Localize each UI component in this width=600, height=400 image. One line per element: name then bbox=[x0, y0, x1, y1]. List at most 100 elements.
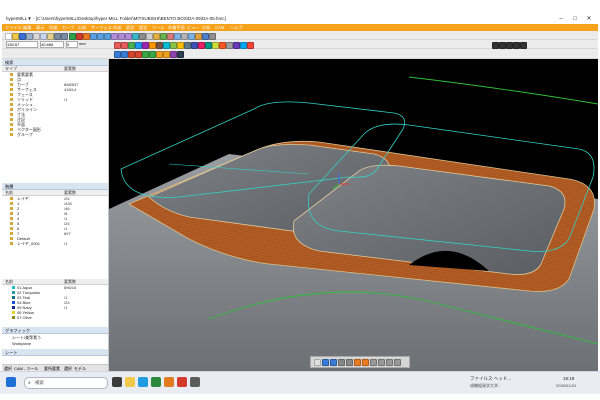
file-explorer-icon[interactable] bbox=[125, 377, 135, 387]
bottom-tree-row[interactable]: シート/美等素う bbox=[2, 335, 108, 340]
simulate-icon[interactable] bbox=[83, 32, 90, 40]
measure-icon[interactable] bbox=[160, 32, 167, 40]
view-iso-icon[interactable] bbox=[132, 32, 139, 40]
clock-time[interactable]: 18:19 bbox=[563, 376, 574, 381]
grid-icon[interactable] bbox=[181, 32, 188, 40]
close-button[interactable]: ✕ bbox=[582, 15, 596, 23]
menu-cam[interactable]: CAM bbox=[215, 25, 224, 30]
tool-e-icon[interactable] bbox=[520, 41, 527, 49]
project-icon[interactable] bbox=[163, 41, 170, 49]
list-item[interactable]: 07 Olive bbox=[2, 315, 108, 320]
maximize-button[interactable]: □ bbox=[568, 15, 582, 23]
shade-icon[interactable] bbox=[139, 32, 146, 40]
view-edges-icon[interactable] bbox=[338, 359, 345, 366]
cam-post-icon[interactable] bbox=[170, 51, 177, 58]
cam-tool-db-icon[interactable] bbox=[177, 51, 184, 58]
view-side-icon[interactable] bbox=[125, 32, 132, 40]
view-rotate-icon[interactable] bbox=[370, 359, 377, 366]
graphic-tab[interactable]: グラフィック bbox=[5, 328, 30, 334]
tool-c-icon[interactable] bbox=[506, 41, 513, 49]
view-section-icon[interactable] bbox=[346, 359, 353, 366]
tool-a-icon[interactable] bbox=[492, 41, 499, 49]
view-front-icon[interactable] bbox=[111, 32, 118, 40]
cam-roughing-icon[interactable] bbox=[128, 51, 135, 58]
pan-icon[interactable] bbox=[97, 32, 104, 40]
copy-icon[interactable] bbox=[40, 32, 47, 40]
paste-icon[interactable] bbox=[47, 32, 54, 40]
blend-icon[interactable] bbox=[212, 41, 219, 49]
fillet-icon[interactable] bbox=[170, 41, 177, 49]
mirror-icon[interactable] bbox=[240, 41, 247, 49]
sweep-icon[interactable] bbox=[205, 41, 212, 49]
trim-icon[interactable] bbox=[149, 41, 156, 49]
layer-icon[interactable] bbox=[153, 32, 160, 40]
tool-d-icon[interactable] bbox=[513, 41, 520, 49]
sheet-tab[interactable]: シート bbox=[5, 350, 18, 356]
cut-icon[interactable] bbox=[33, 32, 40, 40]
loft-icon[interactable] bbox=[198, 41, 205, 49]
cam-frame-icon[interactable] bbox=[121, 51, 128, 58]
list-item[interactable]: レイヤ_0001/1 bbox=[2, 241, 108, 246]
tool-b-icon[interactable] bbox=[499, 41, 506, 49]
3d-viewport[interactable] bbox=[109, 59, 598, 379]
app-icon[interactable] bbox=[177, 377, 187, 387]
view-next-icon[interactable] bbox=[394, 359, 401, 366]
offset-icon[interactable] bbox=[142, 41, 149, 49]
mesh-icon[interactable] bbox=[226, 41, 233, 49]
open-folder-icon[interactable] bbox=[12, 32, 19, 40]
boolean-icon[interactable] bbox=[233, 41, 240, 49]
taskbar-search[interactable]: ⌕ 検索 bbox=[24, 377, 108, 389]
snap-icon[interactable] bbox=[174, 32, 181, 40]
revolve-icon[interactable] bbox=[191, 41, 198, 49]
cam-job-icon[interactable] bbox=[114, 51, 121, 58]
taskbar-app-label[interactable]: ファイルス ヘッド... bbox=[470, 376, 511, 382]
extrude-icon[interactable] bbox=[184, 41, 191, 49]
excel-icon[interactable] bbox=[151, 377, 161, 387]
cad-model-view[interactable] bbox=[109, 59, 598, 379]
view-pan-icon[interactable] bbox=[378, 359, 385, 366]
rotate-icon[interactable] bbox=[104, 32, 111, 40]
select-icon[interactable] bbox=[202, 32, 209, 40]
cam-5axis-icon[interactable] bbox=[156, 51, 163, 58]
circle-icon[interactable] bbox=[128, 41, 135, 49]
delete-icon[interactable] bbox=[247, 41, 254, 49]
wireframe-icon[interactable] bbox=[146, 32, 153, 40]
task-view-icon[interactable] bbox=[112, 377, 122, 387]
workplane-icon[interactable] bbox=[188, 32, 195, 40]
z-coordinate-field[interactable]: 0 bbox=[66, 41, 78, 48]
view-top-icon[interactable] bbox=[118, 32, 125, 40]
spline-icon[interactable] bbox=[135, 41, 142, 49]
workplane-row[interactable]: Workplane bbox=[2, 341, 108, 346]
arc-icon[interactable] bbox=[121, 41, 128, 49]
y-coordinate-field[interactable]: 40.685 bbox=[40, 41, 64, 48]
view-zoom-window-icon[interactable] bbox=[362, 359, 369, 366]
undo-icon[interactable] bbox=[54, 32, 61, 40]
cam-finishing-icon[interactable] bbox=[135, 51, 142, 58]
extend-icon[interactable] bbox=[156, 41, 163, 49]
x-coordinate-field[interactable]: 135.57 bbox=[6, 41, 38, 48]
view-shade-icon[interactable] bbox=[322, 359, 329, 366]
settings-icon[interactable] bbox=[190, 377, 200, 387]
print-icon[interactable] bbox=[26, 32, 33, 40]
save-icon[interactable] bbox=[19, 32, 26, 40]
stop-icon[interactable] bbox=[76, 32, 83, 40]
zoom-icon[interactable] bbox=[90, 32, 97, 40]
view-prev-icon[interactable] bbox=[386, 359, 393, 366]
chamfer-icon[interactable] bbox=[177, 41, 184, 49]
line-icon[interactable] bbox=[114, 41, 121, 49]
hypermill-icon[interactable] bbox=[164, 377, 174, 387]
cam-sim-icon[interactable] bbox=[163, 51, 170, 58]
edge-icon[interactable] bbox=[138, 377, 148, 387]
new-file-icon[interactable] bbox=[5, 32, 12, 40]
redo-icon[interactable] bbox=[61, 32, 68, 40]
filter-icon[interactable] bbox=[167, 32, 174, 40]
minimize-button[interactable]: – bbox=[554, 15, 568, 23]
calculate-icon[interactable] bbox=[69, 32, 76, 40]
cam-contour-icon[interactable] bbox=[149, 51, 156, 58]
hide-icon[interactable] bbox=[209, 32, 216, 40]
cam-drill-icon[interactable] bbox=[142, 51, 149, 58]
start-icon[interactable] bbox=[6, 377, 16, 387]
light-icon[interactable] bbox=[195, 32, 202, 40]
view-cube-icon[interactable] bbox=[314, 359, 321, 366]
view-hidden-icon[interactable] bbox=[330, 359, 337, 366]
